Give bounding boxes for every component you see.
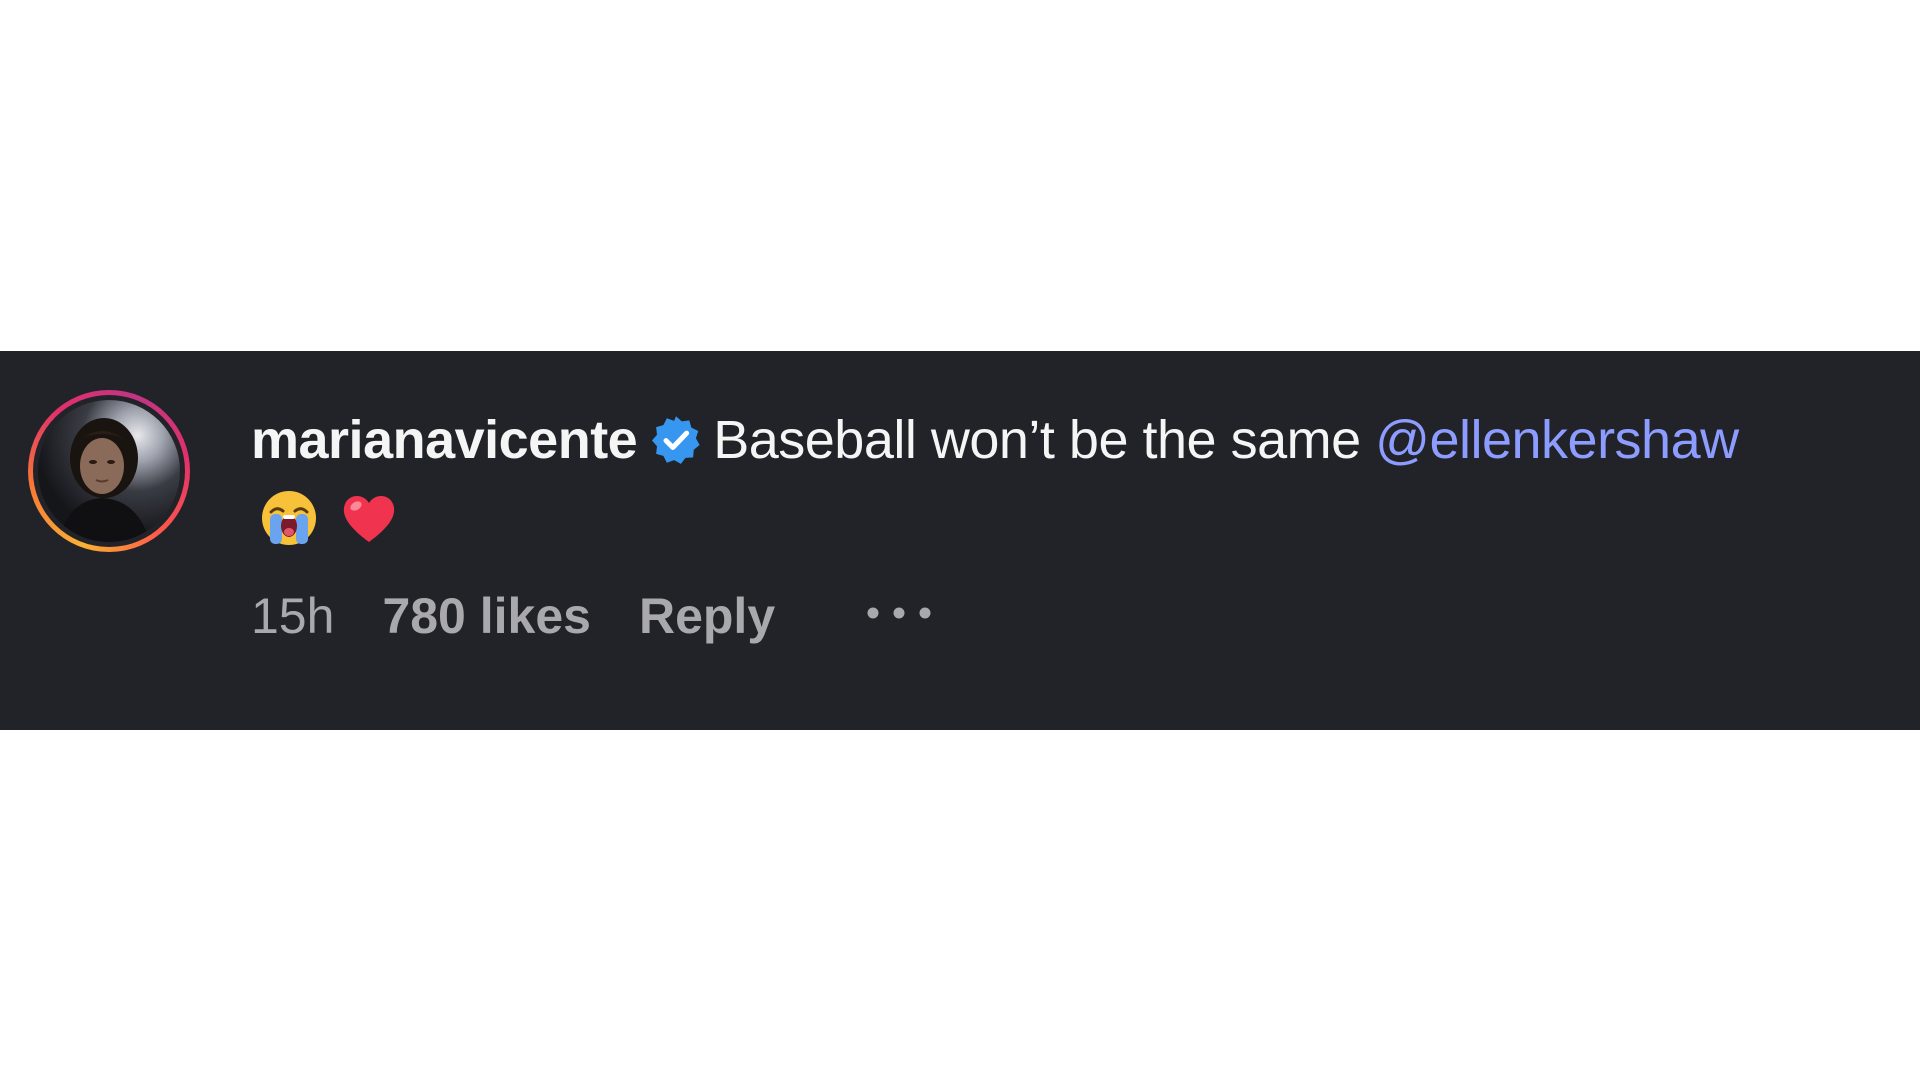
username-link[interactable]: marianavicente (251, 410, 638, 470)
avatar[interactable] (38, 400, 180, 542)
page: marianavicente Baseball won’t be the sam… (0, 0, 1920, 1080)
reply-button[interactable]: Reply (639, 581, 775, 651)
red-heart-icon (343, 495, 395, 542)
emoji-line (259, 488, 419, 552)
timestamp[interactable]: 15h (251, 581, 334, 651)
mention-link[interactable]: @ellenkershaw (1375, 410, 1739, 470)
avatar-photo (58, 418, 150, 542)
comment-meta: 15h 780 likes Reply (251, 581, 933, 651)
comment-row: marianavicente Baseball won’t be the sam… (0, 351, 1920, 730)
loudly-crying-face-icon (262, 491, 316, 545)
comment-text-line: marianavicente Baseball won’t be the sam… (251, 401, 1891, 479)
comment-body: Baseball won’t be the same (713, 410, 1376, 470)
verified-badge-icon (652, 416, 700, 464)
likes-count[interactable]: 780 likes (382, 581, 591, 651)
more-options-icon[interactable] (865, 603, 933, 623)
avatar-story-ring[interactable] (28, 390, 190, 552)
